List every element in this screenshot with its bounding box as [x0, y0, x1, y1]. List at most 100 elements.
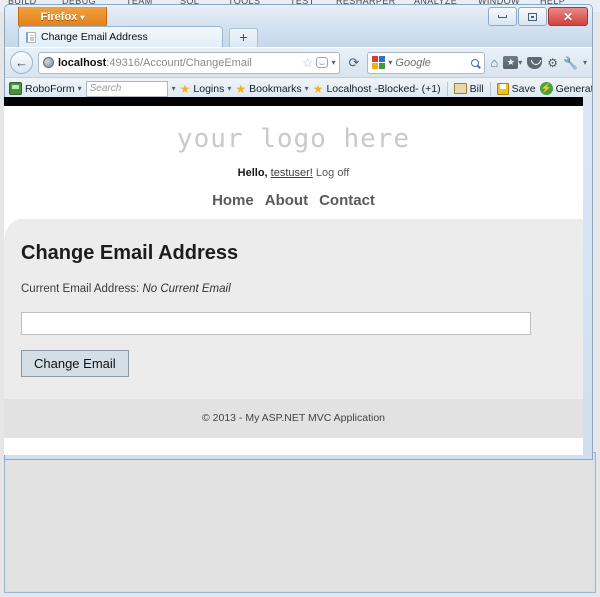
- roboform-generate-button[interactable]: ⚡ Generate: [539, 82, 592, 95]
- toolbar-divider: [446, 81, 448, 96]
- chevron-down-icon[interactable]: ▾: [331, 58, 335, 67]
- roboform-bookmarks-label: Bookmarks: [249, 82, 302, 95]
- chevron-down-icon[interactable]: ▾: [388, 58, 392, 67]
- arrow-left-icon: ←: [15, 55, 28, 70]
- identity-card-icon: [453, 83, 467, 94]
- roboform-save-label: Save: [511, 82, 536, 95]
- chevron-down-icon: ▾: [80, 13, 85, 22]
- chevron-down-icon: ▾: [77, 84, 82, 93]
- bookmark-star-icon: ★: [503, 56, 519, 69]
- login-status: Hello, testuser! Log off: [4, 167, 583, 179]
- maximize-button[interactable]: [518, 7, 547, 26]
- roboform-logins-button[interactable]: ★ Logins ▾: [180, 83, 232, 95]
- toolbar-divider: [489, 81, 491, 96]
- reload-button[interactable]: ⟳: [345, 55, 362, 71]
- site-logo: your logo here: [176, 124, 411, 154]
- star-icon: ★: [235, 81, 247, 96]
- browser-title-bar: Firefox ▾ ✕ Change Email Address +: [5, 5, 592, 47]
- globe-icon: [43, 57, 54, 68]
- username-link[interactable]: testuser!: [271, 167, 313, 179]
- roboform-logins-label: Logins: [193, 82, 225, 95]
- change-email-button[interactable]: Change Email: [21, 350, 129, 377]
- star-icon: ★: [312, 81, 324, 96]
- roboform-menu-button[interactable]: RoboForm ▾: [9, 82, 82, 95]
- visual-studio-designer-panel: [4, 452, 596, 593]
- address-host: localhost: [58, 56, 107, 69]
- page-favicon: [26, 31, 36, 43]
- tab-change-email-address[interactable]: Change Email Address: [18, 26, 223, 47]
- current-email-label: Current Email Address:: [21, 283, 140, 295]
- bookmarks-button[interactable]: ★ ▾: [503, 56, 522, 69]
- greeting-text: Hello,: [237, 167, 268, 179]
- new-tab-button[interactable]: +: [229, 28, 258, 47]
- save-icon: [496, 82, 509, 95]
- page-top-black-bar: [4, 97, 583, 106]
- page-viewport: your logo here Hello, testuser! Log off …: [4, 97, 583, 455]
- address-bar-text: localhost:49316/Account/ChangeEmail: [58, 57, 298, 69]
- main-navigation: Home About Contact: [4, 192, 583, 209]
- roboform-label: RoboForm: [25, 82, 75, 95]
- addon-button-1[interactable]: ⚙: [547, 56, 558, 70]
- page-body: Change Email Address Current Email Addre…: [4, 218, 583, 438]
- toolbar-overflow-button[interactable]: ▾: [583, 58, 587, 67]
- roboform-identity-button[interactable]: Bill: [453, 82, 484, 95]
- current-email-value: No Current Email: [142, 283, 231, 295]
- page-title: Change Email Address: [21, 242, 239, 264]
- roboform-save-button[interactable]: Save: [496, 82, 536, 95]
- tab-strip: Change Email Address +: [18, 26, 258, 47]
- nav-link-contact[interactable]: Contact: [319, 192, 375, 209]
- visual-studio-designer-surface: [6, 454, 594, 591]
- content-area: Change Email Address Current Email Addre…: [4, 218, 583, 377]
- navigation-toolbar: ← localhost:49316/Account/ChangeEmail ☆ …: [5, 47, 592, 77]
- roboform-logo-icon: [9, 82, 22, 95]
- chevron-down-icon[interactable]: ▾: [172, 84, 176, 93]
- pocket-button[interactable]: [527, 56, 543, 69]
- wrench-icon: 🔧: [563, 55, 578, 70]
- restore-icon: [528, 12, 537, 21]
- home-icon: ⌂: [490, 55, 499, 70]
- firefox-menu-button[interactable]: Firefox ▾: [18, 7, 107, 28]
- site-header: your logo here Hello, testuser! Log off …: [4, 106, 583, 219]
- roboform-toolbar: RoboForm ▾ Search ▾ ★ Logins ▾ ★ Bookmar…: [5, 77, 592, 99]
- bookmark-star-icon[interactable]: ☆: [302, 56, 314, 69]
- star-icon: ★: [179, 81, 191, 96]
- chevron-down-icon: ▾: [518, 58, 523, 67]
- roboform-search-input[interactable]: Search: [85, 80, 168, 97]
- roboform-matching-count: (+1): [421, 82, 441, 95]
- roboform-generate-label: Generate: [555, 82, 592, 95]
- roboform-matching-label: Localhost -Blocked-: [326, 82, 419, 95]
- address-path: :49316/Account/ChangeEmail: [106, 56, 252, 69]
- readability-icon[interactable]: [316, 57, 329, 68]
- close-icon: ✕: [562, 9, 574, 24]
- nav-link-home[interactable]: Home: [212, 192, 254, 209]
- roboform-identity-label: Bill: [469, 82, 484, 95]
- chevron-down-icon: ▾: [227, 84, 232, 93]
- window-controls: ✕: [487, 7, 588, 26]
- roboform-matching-logins[interactable]: ★ Localhost -Blocked- (+1): [313, 83, 441, 95]
- addon-button-2[interactable]: 🔧: [563, 56, 578, 70]
- tab-label: Change Email Address: [41, 31, 148, 43]
- minimize-icon: [498, 15, 507, 18]
- search-input[interactable]: Google: [395, 57, 468, 69]
- roboform-bookmarks-button[interactable]: ★ Bookmarks ▾: [235, 83, 308, 95]
- home-button[interactable]: ⌂: [490, 55, 498, 70]
- email-input[interactable]: [21, 312, 531, 335]
- address-bar-actions: ☆ ▾: [302, 56, 336, 69]
- nav-link-about[interactable]: About: [265, 192, 308, 209]
- search-bar[interactable]: ▾ Google: [367, 51, 486, 74]
- address-bar[interactable]: localhost:49316/Account/ChangeEmail ☆ ▾: [38, 51, 341, 74]
- google-icon: [372, 56, 386, 69]
- pocket-icon: [527, 56, 543, 69]
- puzzle-icon: ⚙: [547, 55, 559, 70]
- generate-icon: ⚡: [539, 82, 553, 95]
- current-email-row: Current Email Address: No Current Email: [21, 283, 563, 295]
- close-button[interactable]: ✕: [548, 7, 588, 26]
- log-off-link[interactable]: Log off: [316, 167, 349, 179]
- minimize-button[interactable]: [488, 7, 517, 26]
- page-footer: © 2013 - My ASP.NET MVC Application: [4, 399, 583, 438]
- search-icon[interactable]: [471, 58, 480, 67]
- chevron-down-icon: ▾: [304, 84, 309, 93]
- firefox-menu-button-label: Firefox: [40, 11, 78, 23]
- back-button[interactable]: ←: [10, 51, 33, 74]
- chevron-down-icon: ▾: [582, 58, 587, 67]
